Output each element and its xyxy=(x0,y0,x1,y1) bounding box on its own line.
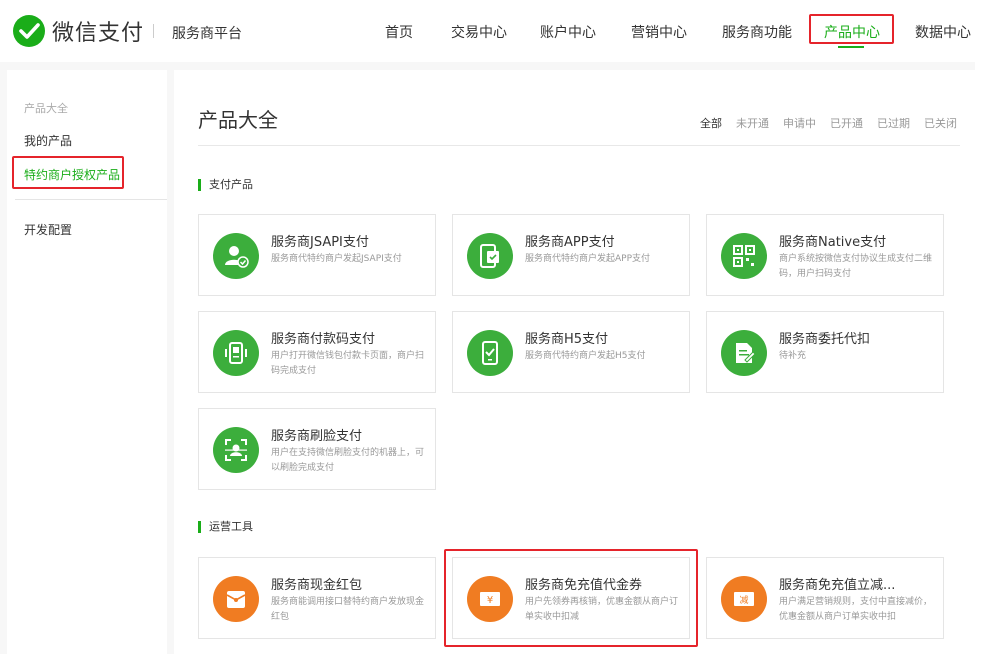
barcode-scanner-icon xyxy=(213,330,259,376)
product-card-h5[interactable]: 服务商H5支付 服务商代特约商户发起H5支付 xyxy=(452,311,690,393)
product-card-micropay[interactable]: 服务商付款码支付 用户打开微信钱包付款卡页面，商户扫码完成支付 xyxy=(198,311,436,393)
card-desc: 待补充 xyxy=(779,351,807,361)
card-name: 服务商Native支付 xyxy=(779,235,887,250)
nav-provider-functions[interactable]: 服务商功能 xyxy=(722,22,792,42)
document-edit-icon xyxy=(721,330,767,376)
card-desc: 服务商代特约商户发起APP支付 xyxy=(525,254,651,264)
card-name: 服务商APP支付 xyxy=(525,235,615,250)
sidebar-item-dev-config[interactable]: 开发配置 xyxy=(24,221,72,238)
wechat-pay-logo-icon xyxy=(13,15,45,47)
title-divider xyxy=(198,145,960,146)
user-check-icon xyxy=(213,233,259,279)
product-card-entrust[interactable]: 服务商委托代扣 待补充 xyxy=(706,311,944,393)
card-name: 服务商JSAPI支付 xyxy=(271,235,369,250)
filter-not-enabled[interactable]: 未开通 xyxy=(736,115,769,131)
product-card-facepay[interactable]: 服务商刷脸支付 用户在支持微信刷脸支付的机器上，可以刷脸完成支付 xyxy=(198,408,436,490)
svg-text:减: 减 xyxy=(739,594,748,606)
product-card-discount[interactable]: 减 服务商免充值立减... 用户满足营销规则，支付中直接减价，优惠金额从商户订单… xyxy=(706,557,944,639)
sidebar-item-my-products[interactable]: 我的产品 xyxy=(24,132,72,149)
section-label-operations: 运营工具 xyxy=(198,521,253,533)
sidebar-divider xyxy=(15,199,167,200)
highlight-box-sidebar xyxy=(12,156,124,189)
product-card-native[interactable]: 服务商Native支付 商户系统按微信支付协议生成支付二维码，用户扫码支付 xyxy=(706,214,944,296)
product-card-jsapi[interactable]: 服务商JSAPI支付 服务商代特约商户发起JSAPI支付 xyxy=(198,214,436,296)
red-packet-icon xyxy=(213,576,259,622)
card-name: 服务商现金红包 xyxy=(271,578,363,593)
discount-icon: 减 xyxy=(721,576,767,622)
product-card-red-packet[interactable]: 服务商现金红包 服务商能调用接口替特约商户发放现金红包 xyxy=(198,557,436,639)
filter-all[interactable]: 全部 xyxy=(700,115,722,131)
card-desc: 服务商能调用接口替特约商户发放现金红包 xyxy=(271,597,425,622)
nav-active-indicator xyxy=(838,46,864,48)
card-desc: 用户满足营销规则，支付中直接减价，优惠金额从商户订单实收中扣 xyxy=(779,597,933,622)
card-name: 服务商H5支付 xyxy=(525,332,609,347)
filter-applying[interactable]: 申请中 xyxy=(783,115,816,131)
wechat-pay-logo[interactable]: 微信支付 xyxy=(12,14,162,48)
page-title: 产品大全 xyxy=(198,108,278,132)
nav-data-center[interactable]: 数据中心 xyxy=(915,22,971,42)
nav-home[interactable]: 首页 xyxy=(385,22,413,42)
platform-name: 服务商平台 xyxy=(172,26,242,42)
nav-marketing[interactable]: 营销中心 xyxy=(631,22,687,42)
highlight-box-nav xyxy=(809,14,894,44)
card-desc: 服务商代特约商户发起H5支付 xyxy=(525,351,646,361)
qrcode-icon xyxy=(721,233,767,279)
card-name: 服务商免充值立减... xyxy=(779,578,896,593)
nav-account[interactable]: 账户中心 xyxy=(540,22,596,42)
product-card-app[interactable]: 服务商APP支付 服务商代特约商户发起APP支付 xyxy=(452,214,690,296)
logo-text: 微信支付 xyxy=(52,21,145,46)
card-name: 服务商付款码支付 xyxy=(271,332,376,347)
mobile-app-icon xyxy=(467,233,513,279)
logo-divider xyxy=(153,24,154,38)
section-label-payment: 支付产品 xyxy=(198,179,253,191)
card-desc: 用户在支持微信刷脸支付的机器上，可以刷脸完成支付 xyxy=(271,448,425,473)
nav-transactions[interactable]: 交易中心 xyxy=(451,22,507,42)
card-desc: 商户系统按微信支付协议生成支付二维码，用户扫码支付 xyxy=(779,254,933,279)
highlight-box-coupon xyxy=(444,549,698,647)
filter-expired[interactable]: 已过期 xyxy=(877,115,910,131)
sidebar-title: 产品大全 xyxy=(24,102,68,115)
card-name: 服务商刷脸支付 xyxy=(271,429,363,444)
face-scan-icon xyxy=(213,427,259,473)
card-desc: 服务商代特约商户发起JSAPI支付 xyxy=(271,254,402,264)
filter-closed[interactable]: 已关闭 xyxy=(924,115,957,131)
card-desc: 用户打开微信钱包付款卡页面，商户扫码完成支付 xyxy=(271,351,425,376)
status-filter-tabs: 全部 未开通 申请中 已开通 已过期 已关闭 xyxy=(700,115,957,131)
card-name: 服务商委托代扣 xyxy=(779,332,871,347)
filter-enabled[interactable]: 已开通 xyxy=(830,115,863,131)
mobile-h5-icon xyxy=(467,330,513,376)
